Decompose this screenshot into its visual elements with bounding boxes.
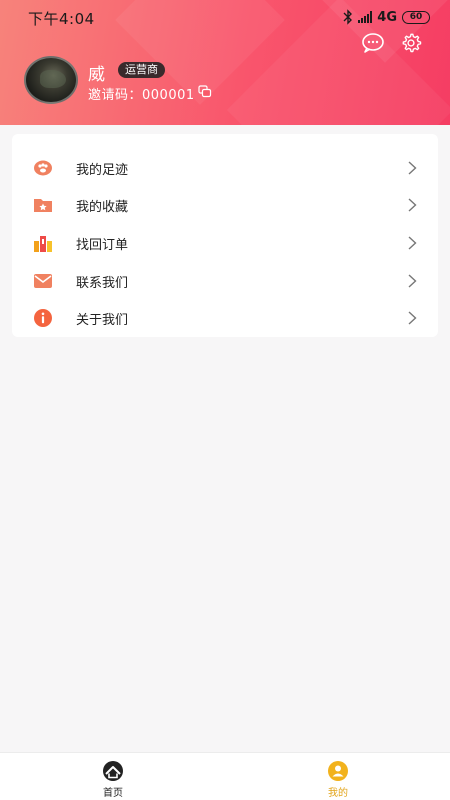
chevron-right-icon bbox=[408, 311, 417, 325]
status-time: 下午4:04 bbox=[28, 10, 95, 28]
menu-item-footprints[interactable]: 我的足迹 bbox=[12, 149, 438, 187]
user-profile-icon bbox=[328, 761, 348, 781]
status-indicators: 4G 60 bbox=[343, 9, 430, 25]
footprint-icon bbox=[34, 160, 52, 176]
favorite-folder-icon bbox=[34, 199, 52, 212]
role-badge: 运营商 bbox=[118, 62, 165, 78]
battery-icon: 60 bbox=[402, 10, 430, 24]
user-name: 威 bbox=[88, 65, 105, 85]
copy-icon[interactable] bbox=[198, 85, 212, 98]
menu-item-label: 我的收藏 bbox=[76, 200, 129, 215]
settings-gear-icon[interactable] bbox=[398, 32, 424, 54]
nav-tab-mine[interactable]: 我的 bbox=[298, 753, 378, 800]
home-icon bbox=[103, 761, 123, 781]
avatar[interactable] bbox=[24, 56, 78, 104]
message-icon[interactable] bbox=[360, 32, 386, 54]
bluetooth-icon bbox=[343, 9, 353, 25]
status-bar: 下午4:04 4G 60 bbox=[0, 0, 450, 34]
menu-list: 我的足迹 我的收藏 找回订单 联系我们 关于我们 bbox=[12, 134, 438, 337]
menu-item-contact-us[interactable]: 联系我们 bbox=[12, 262, 438, 300]
chevron-right-icon bbox=[408, 274, 417, 288]
menu-item-label: 关于我们 bbox=[76, 313, 129, 328]
menu-item-label: 找回订单 bbox=[76, 238, 129, 253]
network-type: 4G bbox=[377, 9, 397, 25]
profile-header: 下午4:04 4G 60 威 运营商 邀请码：000001 bbox=[0, 0, 450, 125]
signal-strength-icon bbox=[358, 11, 373, 23]
chevron-right-icon bbox=[408, 236, 417, 250]
order-retrieve-icon bbox=[34, 236, 52, 252]
nav-label-home: 首页 bbox=[103, 788, 123, 799]
invite-code: 邀请码：000001 bbox=[88, 88, 195, 103]
nav-label-mine: 我的 bbox=[328, 788, 348, 799]
profile-screen: 下午4:04 4G 60 威 运营商 邀请码：000001 我的足迹 我的收藏 … bbox=[0, 0, 450, 800]
chevron-right-icon bbox=[408, 161, 417, 175]
menu-item-retrieve-order[interactable]: 找回订单 bbox=[12, 224, 438, 262]
bottom-nav: 首页 我的 bbox=[0, 752, 450, 800]
menu-item-label: 我的足迹 bbox=[76, 163, 129, 178]
menu-item-favorites[interactable]: 我的收藏 bbox=[12, 186, 438, 224]
chevron-right-icon bbox=[408, 198, 417, 212]
menu-item-about-us[interactable]: 关于我们 bbox=[12, 299, 438, 337]
menu-item-label: 联系我们 bbox=[76, 276, 129, 291]
info-icon bbox=[34, 309, 52, 327]
mail-icon bbox=[34, 274, 52, 288]
nav-tab-home[interactable]: 首页 bbox=[73, 753, 153, 800]
